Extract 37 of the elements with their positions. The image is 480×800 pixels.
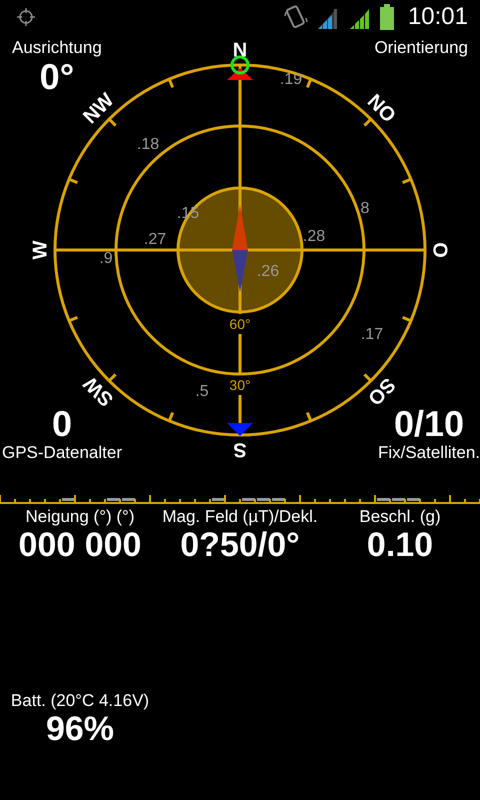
elevation-label: 60° xyxy=(229,316,251,332)
vibrate-icon xyxy=(284,4,308,30)
reading-value: 000 000 xyxy=(18,527,142,563)
direction-label: S xyxy=(233,438,247,461)
satellite-label: .5 xyxy=(195,383,209,400)
reading-value: 0?50/0° xyxy=(180,527,300,563)
reading-label: Mag. Feld (µT)/Dekl. xyxy=(162,507,318,527)
satellite-label: .28 xyxy=(302,228,326,245)
gps-icon xyxy=(16,6,36,26)
satellite-label: .17 xyxy=(360,326,384,343)
reading-value: 0.10 xyxy=(366,527,434,563)
fix-label: Fix/Satelliten. xyxy=(378,443,480,463)
direction-label: NO xyxy=(362,90,400,128)
gps-age-value: 0 xyxy=(52,405,72,443)
direction-label: NW xyxy=(79,89,118,128)
satellite-label: .19 xyxy=(280,71,302,88)
direction-label: W xyxy=(29,240,52,260)
satellite-label: .15 xyxy=(176,205,200,222)
satellite-label: .26 xyxy=(256,263,280,280)
direction-label: O xyxy=(428,242,451,258)
satellite-label: .18 xyxy=(136,136,160,153)
heading-label: Ausrichtung xyxy=(12,38,102,58)
battery-label: Batt. (20°C 4.16V) xyxy=(10,691,150,711)
satellite-label: .27 xyxy=(144,231,166,248)
direction-label: SW xyxy=(80,372,118,410)
reading-label: Neigung (°) (°) xyxy=(25,507,134,527)
orientation-label: Orientierung xyxy=(374,38,468,58)
heading-value: 0° xyxy=(40,58,74,96)
satellite-label: 8 xyxy=(360,200,370,217)
elevation-label: 30° xyxy=(229,377,251,393)
direction-label: N xyxy=(232,39,248,62)
reading-label: Beschl. (g) xyxy=(359,507,441,527)
satellite-label: .9 xyxy=(99,250,113,267)
battery-value: 96% xyxy=(46,711,114,747)
gps-age-label: GPS-Datenalter xyxy=(2,443,122,463)
battery-icon xyxy=(380,4,394,30)
clock: 10:01 xyxy=(408,2,468,30)
